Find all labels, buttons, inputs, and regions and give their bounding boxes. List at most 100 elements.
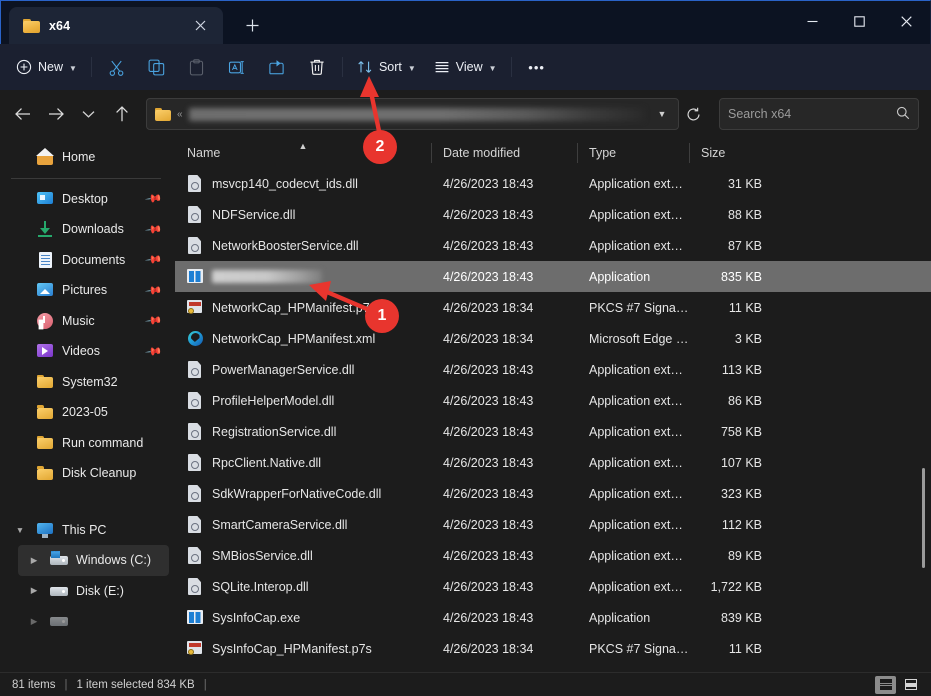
exe-file-icon: [187, 268, 203, 285]
vertical-scrollbar[interactable]: [917, 168, 928, 672]
delete-button[interactable]: [297, 51, 337, 83]
command-bar: New ▼: [0, 44, 931, 90]
new-tab-button[interactable]: [235, 8, 269, 42]
new-button[interactable]: New ▼: [10, 51, 86, 83]
up-button[interactable]: [105, 98, 138, 130]
table-row[interactable]: SysInfoCap_HPManifest.p7s4/26/2023 18:34…: [175, 633, 931, 664]
search-box[interactable]: Search x64: [719, 98, 919, 130]
table-row[interactable]: SmartCameraService.dll4/26/2023 18:43App…: [175, 509, 931, 540]
sidebar-item-windows-c[interactable]: ▶ Windows (C:): [18, 545, 169, 576]
sidebar-item-pictures[interactable]: Pictures 📌: [4, 275, 169, 306]
sidebar-item-downloads[interactable]: Downloads 📌: [4, 214, 169, 245]
tab-close-icon[interactable]: [187, 13, 213, 39]
tab-x64[interactable]: x64: [9, 7, 223, 44]
file-size-cell: 87 KB: [689, 239, 772, 253]
file-size-cell: 107 KB: [689, 456, 772, 470]
table-row[interactable]: SQLite.Interop.dll4/26/2023 18:43Applica…: [175, 571, 931, 602]
table-row[interactable]: NDFService.dll4/26/2023 18:43Application…: [175, 199, 931, 230]
table-row[interactable]: NetworkBoosterService.dll4/26/2023 18:43…: [175, 230, 931, 261]
chevron-right-icon[interactable]: ▶: [26, 555, 42, 566]
file-name-redacted: [212, 270, 322, 283]
minimize-button[interactable]: [789, 1, 836, 41]
scrollbar-thumb[interactable]: [922, 468, 925, 568]
pin-icon: 📌: [145, 281, 164, 300]
copy-icon: [148, 59, 165, 76]
sort-button[interactable]: Sort ▼: [348, 51, 425, 83]
view-button[interactable]: View ▼: [425, 51, 506, 83]
desktop-icon: [36, 190, 54, 208]
sidebar-item-label: Videos: [62, 344, 100, 358]
column-header-name[interactable]: Name ▲: [175, 138, 431, 168]
file-name-label: SMBiosService.dll: [212, 549, 313, 563]
address-dropdown-icon[interactable]: ▼: [650, 109, 674, 119]
file-type-cell: Application exten...: [577, 518, 689, 532]
file-size-cell: 758 KB: [689, 425, 772, 439]
table-row[interactable]: SysInfoCap.exe4/26/2023 18:43Application…: [175, 602, 931, 633]
forward-button[interactable]: [39, 98, 72, 130]
table-row[interactable]: ProfileHelperModel.dll4/26/2023 18:43App…: [175, 385, 931, 416]
address-bar[interactable]: « ▼: [146, 98, 679, 130]
file-type-cell: Application exten...: [577, 456, 689, 470]
sidebar-item-label: Downloads: [62, 222, 124, 236]
close-button[interactable]: [883, 1, 930, 41]
column-header-label: Size: [701, 146, 725, 160]
file-name-cell: [175, 268, 431, 285]
sidebar-item-desktop[interactable]: Desktop 📌: [4, 184, 169, 215]
column-header-date-modified[interactable]: Date modified: [431, 138, 577, 168]
sidebar-item-partial[interactable]: ▶: [18, 606, 169, 637]
table-row[interactable]: msvcp140_codecvt_ids.dll4/26/2023 18:43A…: [175, 168, 931, 199]
toolbar-divider-2: [342, 57, 343, 77]
chevron-right-icon[interactable]: ▶: [26, 616, 42, 627]
sidebar-item-disk-e[interactable]: ▶ Disk (E:): [18, 576, 169, 607]
maximize-button[interactable]: [836, 1, 883, 41]
rename-button[interactable]: [217, 51, 257, 83]
file-name-cell: SysInfoCap.exe: [175, 609, 431, 626]
cut-button[interactable]: [97, 51, 137, 83]
sidebar-item-videos[interactable]: Videos 📌: [4, 336, 169, 367]
search-input[interactable]: Search x64: [728, 107, 896, 121]
navigation-pane[interactable]: Home Desktop 📌 Downloads 📌 Documents 📌: [0, 138, 175, 672]
share-button[interactable]: [257, 51, 297, 83]
recent-locations-button[interactable]: [72, 98, 105, 130]
refresh-button[interactable]: [679, 100, 707, 128]
drive-icon: [50, 582, 68, 600]
table-row[interactable]: NetworkCap_HPManifest.p7s4/26/2023 18:34…: [175, 292, 931, 323]
paste-button[interactable]: [177, 51, 217, 83]
selection-label: 1 item selected 834 KB: [76, 679, 194, 691]
chevron-right-icon[interactable]: ▶: [26, 585, 42, 596]
sidebar-item-run-command[interactable]: Run command: [4, 428, 169, 459]
file-size-cell: 11 KB: [689, 301, 772, 315]
table-row[interactable]: SdkWrapperForNativeCode.dll4/26/2023 18:…: [175, 478, 931, 509]
sidebar-item-2023-05[interactable]: 2023-05: [4, 397, 169, 428]
file-type-cell: Application exten...: [577, 487, 689, 501]
table-row[interactable]: RegistrationService.dll4/26/2023 18:43Ap…: [175, 416, 931, 447]
table-row[interactable]: RpcClient.Native.dll4/26/2023 18:43Appli…: [175, 447, 931, 478]
selected-file-row[interactable]: 4/26/2023 18:43Application835 KB: [175, 261, 931, 292]
file-size-cell: 113 KB: [689, 363, 772, 377]
copy-button[interactable]: [137, 51, 177, 83]
large-icons-view-button[interactable]: [900, 676, 921, 694]
details-view-button[interactable]: [875, 676, 896, 694]
column-header-size[interactable]: Size: [689, 138, 772, 168]
sidebar-item-this-pc[interactable]: ▼ This PC: [4, 515, 169, 546]
file-name-cell: msvcp140_codecvt_ids.dll: [175, 175, 431, 192]
details-view-icon: [880, 679, 892, 690]
file-rows[interactable]: msvcp140_codecvt_ids.dll 4/26/2023 18:43A…: [175, 168, 931, 672]
sidebar-item-music[interactable]: Music 📌: [4, 306, 169, 337]
sidebar-item-home[interactable]: Home: [4, 142, 169, 173]
table-row[interactable]: NetworkCap_HPManifest.xml4/26/2023 18:34…: [175, 323, 931, 354]
share-icon: [268, 59, 285, 76]
file-size-cell: 86 KB: [689, 394, 772, 408]
file-size-cell: 835 KB: [689, 270, 772, 284]
sidebar-item-system32[interactable]: System32: [4, 367, 169, 398]
sidebar-item-documents[interactable]: Documents 📌: [4, 245, 169, 276]
sidebar-item-disk-cleanup[interactable]: Disk Cleanup: [4, 458, 169, 489]
ellipsis-icon: •••: [528, 60, 545, 75]
table-row[interactable]: PowerManagerService.dll4/26/2023 18:43Ap…: [175, 354, 931, 385]
column-header-type[interactable]: Type: [577, 138, 689, 168]
back-button[interactable]: [6, 98, 39, 130]
more-options-button[interactable]: •••: [517, 51, 557, 83]
file-type-cell: PKCS #7 Signature: [577, 642, 689, 656]
chevron-down-icon[interactable]: ▼: [12, 525, 28, 535]
table-row[interactable]: SMBiosService.dll4/26/2023 18:43Applicat…: [175, 540, 931, 571]
